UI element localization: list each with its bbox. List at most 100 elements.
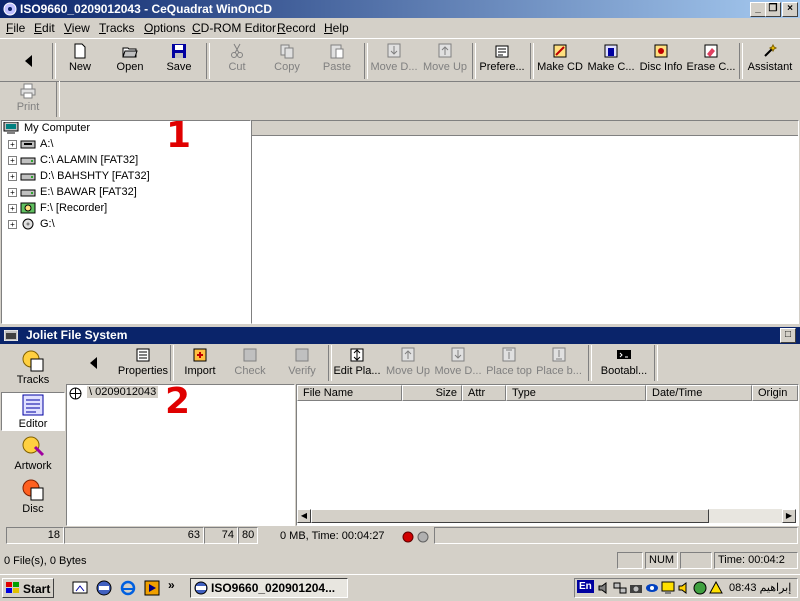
horizontal-scrollbar[interactable]: ◀ ▶	[297, 509, 796, 523]
menu-options[interactable]: Options	[144, 21, 185, 35]
joliet-move-up-button[interactable]: Move Up	[384, 345, 432, 383]
expand-icon[interactable]: +	[8, 172, 17, 181]
expand-icon[interactable]: +	[8, 220, 17, 229]
edit-playlist-button[interactable]: Edit Pla...	[332, 345, 382, 383]
system-tray: En 08:43 إبراهيم	[574, 578, 798, 598]
menu-edit[interactable]: Edit	[34, 21, 55, 35]
menu-cdrom-editor[interactable]: CD-ROM Editor	[192, 21, 276, 35]
speaker-icon[interactable]	[677, 581, 691, 595]
bootable-button[interactable]: Bootabl...	[596, 345, 652, 383]
hard-drive-icon	[20, 157, 36, 165]
minimize-button[interactable]: _	[750, 2, 766, 17]
status-empty-cell	[617, 552, 643, 569]
sidebar-item-disc[interactable]: Disc	[1, 478, 65, 515]
menu-tracks[interactable]: Tracks	[99, 21, 135, 35]
verify-icon	[295, 348, 309, 362]
menu-help[interactable]: Help	[324, 21, 349, 35]
scroll-left-button[interactable]: ◀	[297, 509, 311, 523]
assistant-button[interactable]: Assistant	[744, 41, 796, 79]
move-down-icon	[387, 43, 401, 58]
volume-icon[interactable]	[597, 581, 611, 595]
size-time-readout: 0 MB, Time: 00:04:27	[280, 530, 385, 542]
antivirus-icon[interactable]	[693, 581, 707, 595]
capacity-value-2: 63	[64, 527, 204, 544]
preferences-icon	[495, 45, 509, 58]
column-header-origin[interactable]: Origin	[752, 385, 798, 401]
expand-icon[interactable]: +	[8, 156, 17, 165]
properties-button[interactable]: Properties	[116, 345, 170, 383]
winoncd-task-icon	[194, 581, 208, 595]
import-button[interactable]: Import	[176, 345, 224, 383]
column-header-attr[interactable]: Attr	[462, 385, 506, 401]
media-player-icon[interactable]	[144, 580, 160, 596]
arrow-left-icon	[90, 357, 97, 369]
joliet-window-title: Joliet File System	[26, 328, 128, 342]
restore-button[interactable]: ❐	[765, 2, 781, 17]
column-header-type[interactable]: Type	[506, 385, 646, 401]
sidebar-item-editor[interactable]: Editor	[1, 392, 65, 431]
close-button[interactable]: ×	[782, 2, 798, 17]
toolbar-separator	[739, 43, 743, 79]
erase-cd-button[interactable]: Erase C...	[686, 41, 736, 79]
back-button[interactable]	[14, 41, 44, 79]
computer-icon	[3, 122, 19, 134]
edit-playlist-icon	[350, 348, 364, 362]
winoncd-quicklaunch-icon[interactable]	[96, 580, 112, 596]
explorer-tree-panel: My Computer + A:\ + C:\ ALAMIN [FAT32] +…	[1, 115, 251, 324]
network-icon[interactable]	[613, 581, 627, 595]
show-desktop-icon[interactable]	[72, 580, 88, 596]
copy-button[interactable]: Copy	[262, 41, 312, 79]
toolbar-separator	[170, 345, 174, 381]
print-button[interactable]: Print	[6, 81, 50, 119]
menu-file[interactable]: File	[6, 21, 25, 35]
check-icon	[243, 348, 257, 362]
joliet-move-down-button[interactable]: Move D...	[434, 345, 482, 383]
status-num-lock: NUM	[645, 552, 678, 569]
move-up-icon	[438, 43, 452, 58]
joliet-maximize-button[interactable]: □	[780, 328, 796, 343]
menu-view[interactable]: View	[64, 21, 90, 35]
move-down-button[interactable]: Move D...	[368, 41, 420, 79]
monitor-icon[interactable]	[661, 581, 675, 595]
disc-info-icon	[654, 44, 668, 58]
sidebar-item-artwork[interactable]: Artwork	[1, 435, 65, 472]
joliet-back-button[interactable]	[82, 345, 106, 383]
cd-recorder-icon	[20, 202, 36, 214]
eye-icon[interactable]	[645, 581, 659, 595]
start-button[interactable]: Start	[2, 578, 54, 598]
floppy-disk-icon	[172, 44, 186, 58]
expand-icon[interactable]: +	[8, 140, 17, 149]
taskbar-item-winoncd[interactable]: ISO9660_020901204...	[190, 578, 348, 598]
verify-button[interactable]: Verify	[278, 345, 326, 383]
expand-icon[interactable]: +	[8, 188, 17, 197]
disc-info-button[interactable]: Disc Info	[636, 41, 686, 79]
sidebar-item-tracks[interactable]: Tracks	[1, 349, 65, 386]
cut-button[interactable]: Cut	[212, 41, 262, 79]
idle-status-icon	[417, 531, 429, 543]
move-up-button[interactable]: Move Up	[420, 41, 470, 79]
scrollbar-thumb[interactable]	[311, 509, 709, 523]
camera-icon[interactable]	[629, 581, 643, 595]
make-copy-button[interactable]: Make C...	[586, 41, 636, 79]
open-button[interactable]: Open	[108, 41, 152, 79]
scroll-right-button[interactable]: ▶	[782, 509, 796, 523]
language-indicator[interactable]: En	[577, 580, 594, 593]
column-header-file-name[interactable]: File Name	[297, 385, 402, 401]
check-button[interactable]: Check	[226, 345, 274, 383]
quicklaunch-more-icon[interactable]: »	[168, 578, 175, 592]
column-header-date-time[interactable]: Date/Time	[646, 385, 752, 401]
paste-button[interactable]: Paste	[312, 41, 362, 79]
tray-app-icon[interactable]	[709, 581, 723, 595]
new-button[interactable]: New	[58, 41, 102, 79]
column-header-size[interactable]: Size	[402, 385, 462, 401]
preferences-button[interactable]: Prefere...	[476, 41, 528, 79]
place-bottom-button[interactable]: Place b...	[534, 345, 584, 383]
capacity-status-empty	[434, 527, 798, 544]
internet-explorer-icon[interactable]	[120, 580, 136, 596]
save-button[interactable]: Save	[158, 41, 200, 79]
tray-clock[interactable]: 08:43 إبراهيم	[729, 581, 791, 594]
place-top-button[interactable]: Place top	[484, 345, 534, 383]
expand-icon[interactable]: +	[8, 204, 17, 213]
make-cd-button[interactable]: Make CD	[534, 41, 586, 79]
menu-record[interactable]: Record	[277, 21, 316, 35]
